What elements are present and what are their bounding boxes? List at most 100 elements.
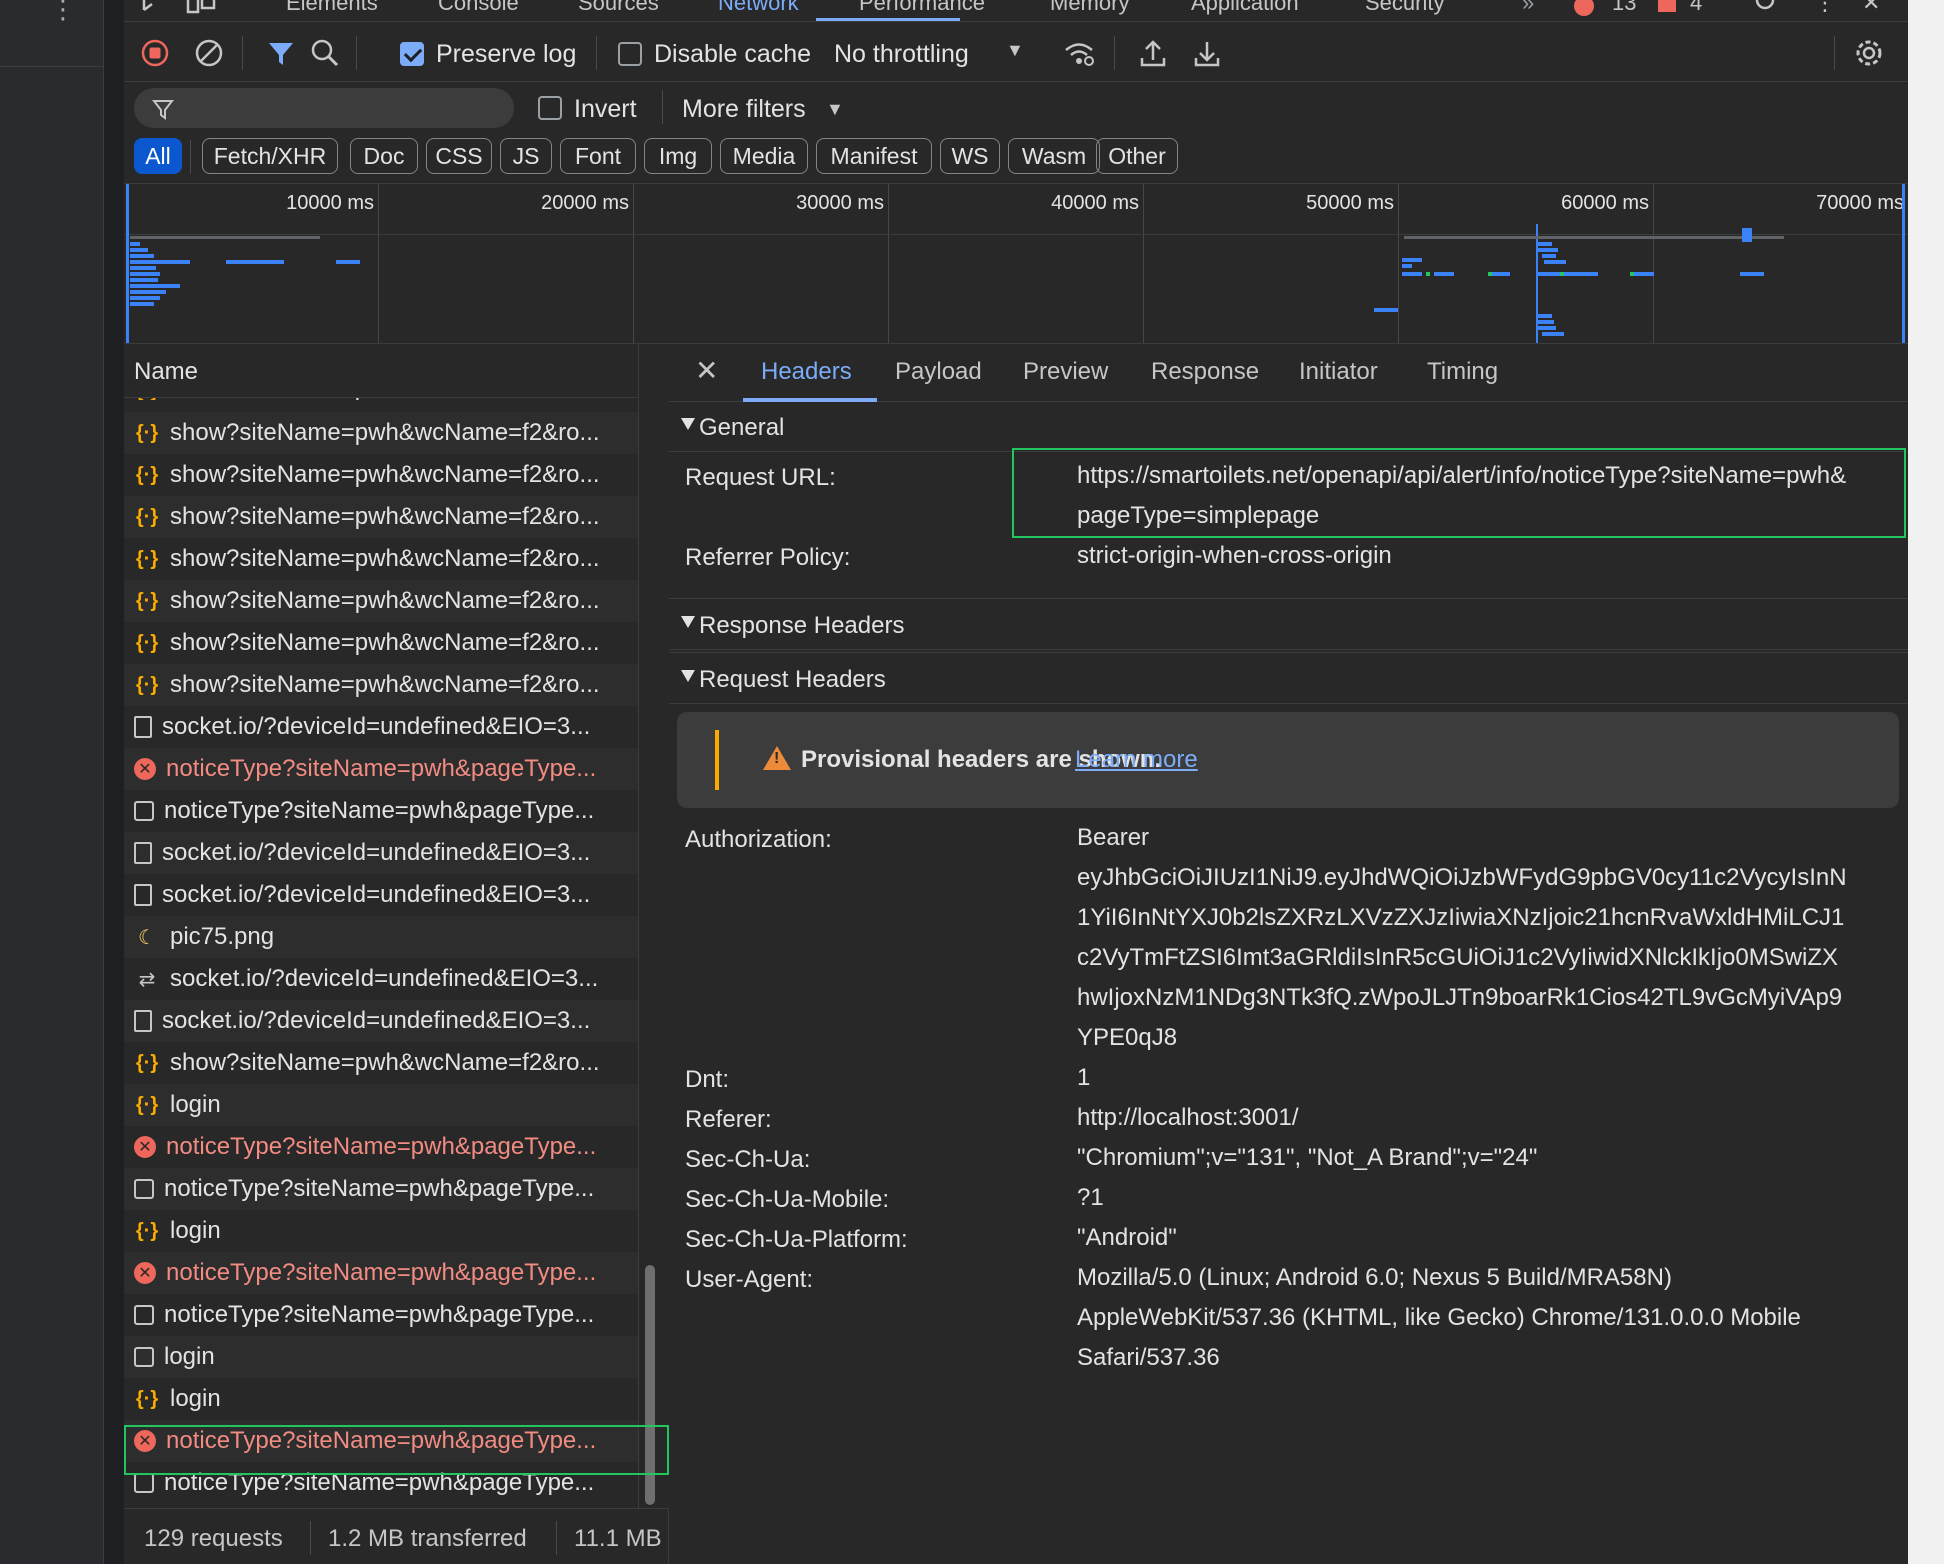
disable-cache-checkbox[interactable] <box>618 42 642 66</box>
more-vertical-icon[interactable]: ⋮ <box>50 0 76 25</box>
overview-right-handle[interactable] <box>1902 184 1905 343</box>
list-item[interactable]: login <box>124 1336 638 1378</box>
type-filter-js[interactable]: JS <box>500 138 552 174</box>
response-headers-section-header[interactable]: Response Headers <box>669 600 1908 650</box>
list-item[interactable]: socket.io/?deviceId=undefined&EIO=3... <box>124 874 638 916</box>
tab-network[interactable]: Network <box>718 0 799 16</box>
overview-waterfall-bar <box>1488 272 1492 276</box>
request-list[interactable]: {·} show?siteName=pwh&wcName=f2&ro... {·… <box>124 398 639 1508</box>
device-toolbar-icon[interactable] <box>186 0 216 18</box>
tab-response[interactable]: Response <box>1151 358 1259 386</box>
warning-count[interactable]: 4 <box>1690 0 1702 16</box>
request-list-header[interactable]: Name <box>124 344 639 398</box>
export-har-icon[interactable] <box>1190 36 1224 70</box>
error-count-icon[interactable] <box>1574 0 1594 16</box>
invert-label[interactable]: Invert <box>574 95 637 124</box>
list-item[interactable]: {·} login <box>124 1084 638 1126</box>
list-item[interactable]: {·} show?siteName=pwh&wcName=f2&ro... <box>124 580 638 622</box>
list-item[interactable]: {·} show?siteName=pwh&wcName=f2&ro... <box>124 412 638 454</box>
import-har-icon[interactable] <box>1136 36 1170 70</box>
list-item[interactable]: {·} show?siteName=pwh&wcName=f2&ro... <box>124 1042 638 1084</box>
overview-waterfall-bar <box>1634 272 1654 276</box>
list-item[interactable]: ⇄ socket.io/?deviceId=undefined&EIO=3... <box>124 958 638 1000</box>
tab-performance[interactable]: Performance <box>859 0 985 16</box>
warning-count-icon[interactable] <box>1658 0 1676 12</box>
inspect-element-icon[interactable] <box>140 0 170 18</box>
close-devtools-icon[interactable]: ✕ <box>1862 0 1880 16</box>
list-item[interactable]: {·} login <box>124 1378 638 1420</box>
tab-headers[interactable]: Headers <box>761 358 852 386</box>
type-filter-media[interactable]: Media <box>720 138 808 174</box>
tab-security[interactable]: Security <box>1365 0 1444 16</box>
more-tabs-icon[interactable]: » <box>1522 0 1534 16</box>
invert-checkbox[interactable] <box>538 96 562 120</box>
request-name: pic75.png <box>170 923 275 950</box>
list-item[interactable]: {·} show?siteName=pwh&wcName=f2&ro... <box>124 454 638 496</box>
list-item[interactable]: noticeType?siteName=pwh&pageType... <box>124 1294 638 1336</box>
list-item[interactable]: ✕ noticeType?siteName=pwh&pageType... <box>124 748 638 790</box>
tab-preview[interactable]: Preview <box>1023 358 1108 386</box>
list-item[interactable]: {·} login <box>124 1210 638 1252</box>
throttling-select[interactable]: No throttling <box>834 40 969 69</box>
network-overview-timeline[interactable]: 10000 ms 20000 ms 30000 ms 40000 ms 5000… <box>124 184 1908 344</box>
list-item[interactable]: socket.io/?deviceId=undefined&EIO=3... <box>124 1000 638 1042</box>
list-item[interactable]: noticeType?siteName=pwh&pageType... <box>124 1168 638 1210</box>
tab-payload[interactable]: Payload <box>895 358 982 386</box>
error-count[interactable]: 13 <box>1612 0 1636 16</box>
tab-console[interactable]: Console <box>438 0 519 16</box>
filter-icon[interactable] <box>264 36 298 70</box>
filter-input[interactable] <box>134 88 514 128</box>
request-name: socket.io/?deviceId=undefined&EIO=3... <box>162 1007 591 1034</box>
type-filter-css[interactable]: CSS <box>426 138 492 174</box>
more-filters-dropdown-icon[interactable]: ▼ <box>826 99 844 120</box>
warning-icon <box>763 746 791 770</box>
close-detail-icon[interactable]: ✕ <box>695 354 718 387</box>
more-options-icon[interactable]: ⋮ <box>1814 0 1836 16</box>
settings-gear-icon[interactable] <box>1750 0 1780 18</box>
search-icon[interactable] <box>308 36 342 70</box>
referer-key: Referer: <box>685 1106 772 1133</box>
tab-timing[interactable]: Timing <box>1427 358 1498 386</box>
list-item[interactable]: {·} show?siteName=pwh&wcName=f2&ro... <box>124 398 638 400</box>
referer-value: http://localhost:3001/ <box>1077 1104 1299 1131</box>
user-agent-value: Mozilla/5.0 (Linux; Android 6.0; Nexus 5… <box>1077 1264 1672 1291</box>
request-headers-section-header[interactable]: Request Headers <box>669 654 1908 704</box>
clear-icon[interactable] <box>192 36 226 70</box>
overview-left-handle[interactable] <box>126 184 129 343</box>
tab-sources[interactable]: Sources <box>578 0 659 16</box>
stop-recording-icon[interactable] <box>138 36 172 70</box>
tab-application[interactable]: Application <box>1191 0 1299 16</box>
list-item[interactable]: ✕ noticeType?siteName=pwh&pageType... <box>124 1126 638 1168</box>
type-filter-manifest[interactable]: Manifest <box>816 138 932 174</box>
general-section-header[interactable]: General <box>669 402 1908 452</box>
type-filter-ws[interactable]: WS <box>940 138 1000 174</box>
tab-elements[interactable]: Elements <box>286 0 378 16</box>
type-filter-all[interactable]: All <box>134 138 182 174</box>
type-filter-wasm[interactable]: Wasm <box>1008 138 1100 174</box>
list-item[interactable]: noticeType?siteName=pwh&pageType... <box>124 790 638 832</box>
list-item[interactable]: {·} show?siteName=pwh&wcName=f2&ro... <box>124 664 638 706</box>
type-filter-img[interactable]: Img <box>644 138 712 174</box>
list-item[interactable]: {·} show?siteName=pwh&wcName=f2&ro... <box>124 496 638 538</box>
type-filter-other[interactable]: Other <box>1096 138 1178 174</box>
type-filter-font[interactable]: Font <box>560 138 636 174</box>
throttling-dropdown-icon[interactable]: ▼ <box>1006 40 1024 61</box>
preserve-log-label[interactable]: Preserve log <box>436 40 576 69</box>
network-settings-gear-icon[interactable] <box>1852 36 1886 70</box>
name-column-header[interactable]: Name <box>134 358 198 386</box>
more-filters-button[interactable]: More filters <box>682 95 806 124</box>
tab-memory[interactable]: Memory <box>1050 0 1129 16</box>
disable-cache-label[interactable]: Disable cache <box>654 40 811 69</box>
list-item[interactable]: {·} show?siteName=pwh&wcName=f2&ro... <box>124 538 638 580</box>
list-item[interactable]: socket.io/?deviceId=undefined&EIO=3... <box>124 832 638 874</box>
list-item[interactable]: ✕ noticeType?siteName=pwh&pageType... <box>124 1252 638 1294</box>
tab-initiator[interactable]: Initiator <box>1299 358 1378 386</box>
preserve-log-checkbox[interactable] <box>400 42 424 66</box>
type-filter-fetch-xhr[interactable]: Fetch/XHR <box>202 138 338 174</box>
list-item[interactable]: ☾ pic75.png <box>124 916 638 958</box>
list-item[interactable]: socket.io/?deviceId=undefined&EIO=3... <box>124 706 638 748</box>
type-filter-doc[interactable]: Doc <box>350 138 418 174</box>
list-item[interactable]: {·} show?siteName=pwh&wcName=f2&ro... <box>124 622 638 664</box>
learn-more-link[interactable]: Learn more <box>1075 746 1198 774</box>
network-conditions-icon[interactable] <box>1062 36 1096 70</box>
